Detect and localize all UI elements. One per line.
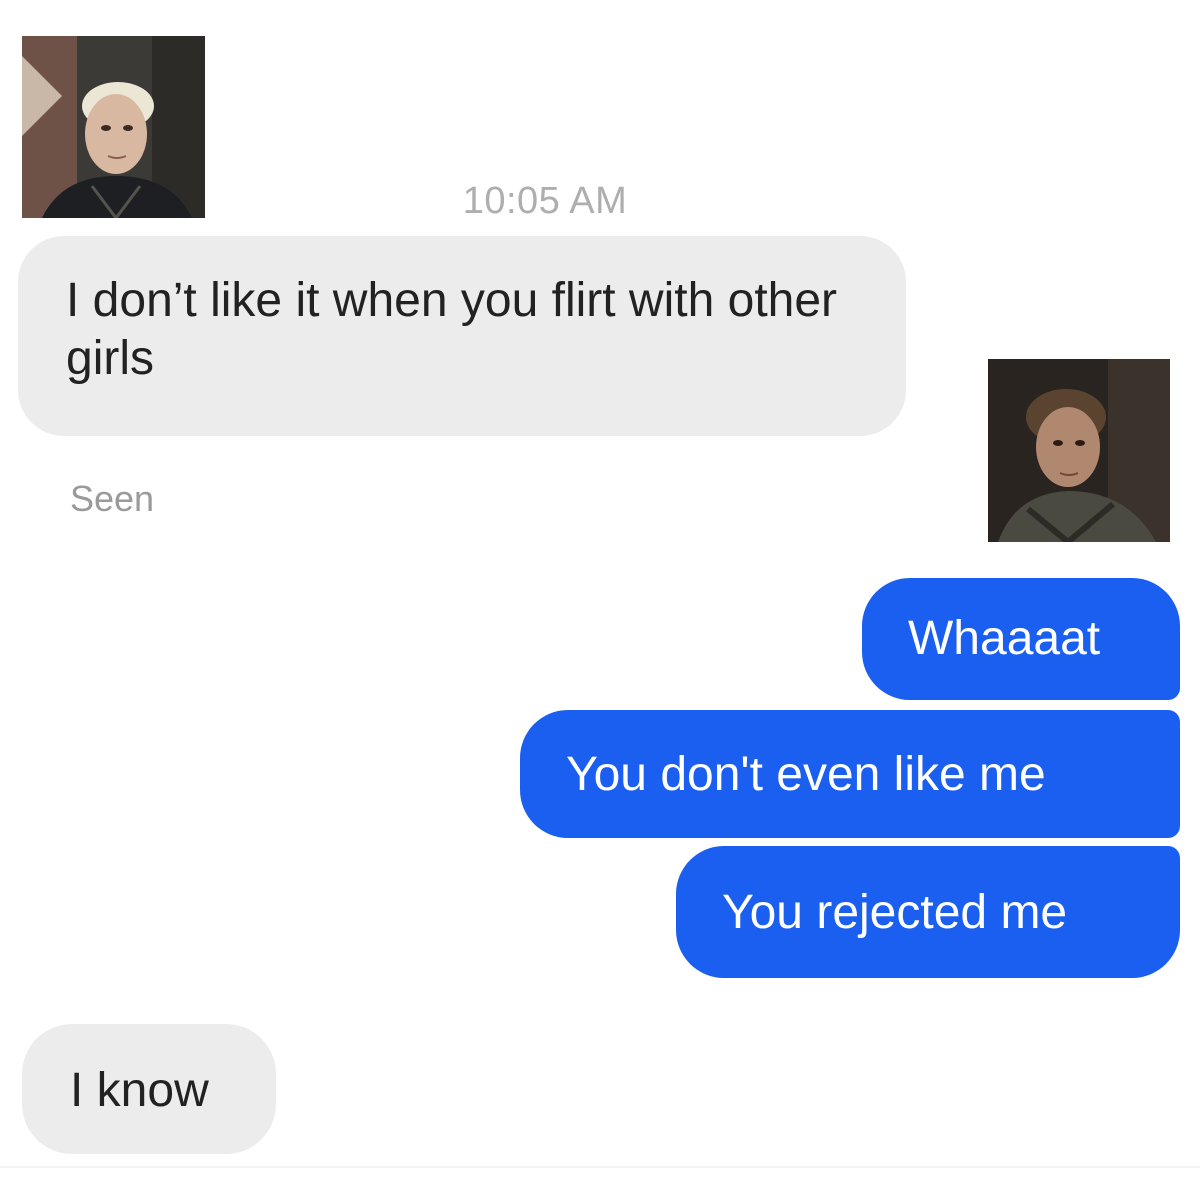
outgoing-message-bubble[interactable]: Whaaaat <box>862 578 1180 700</box>
incoming-message-bubble[interactable]: I don’t like it when you flirt with othe… <box>18 236 906 436</box>
seen-status: Seen <box>70 478 155 519</box>
message-timestamp: 10:05 AM <box>462 180 628 222</box>
outgoing-message-bubble[interactable]: You rejected me <box>676 846 1180 978</box>
avatar-right <box>988 359 1170 542</box>
outgoing-message-bubble[interactable]: You don't even like me <box>520 710 1180 838</box>
divider <box>0 1166 1200 1168</box>
avatar-photo-icon <box>988 359 1170 542</box>
incoming-message-bubble[interactable]: I know <box>22 1024 276 1154</box>
